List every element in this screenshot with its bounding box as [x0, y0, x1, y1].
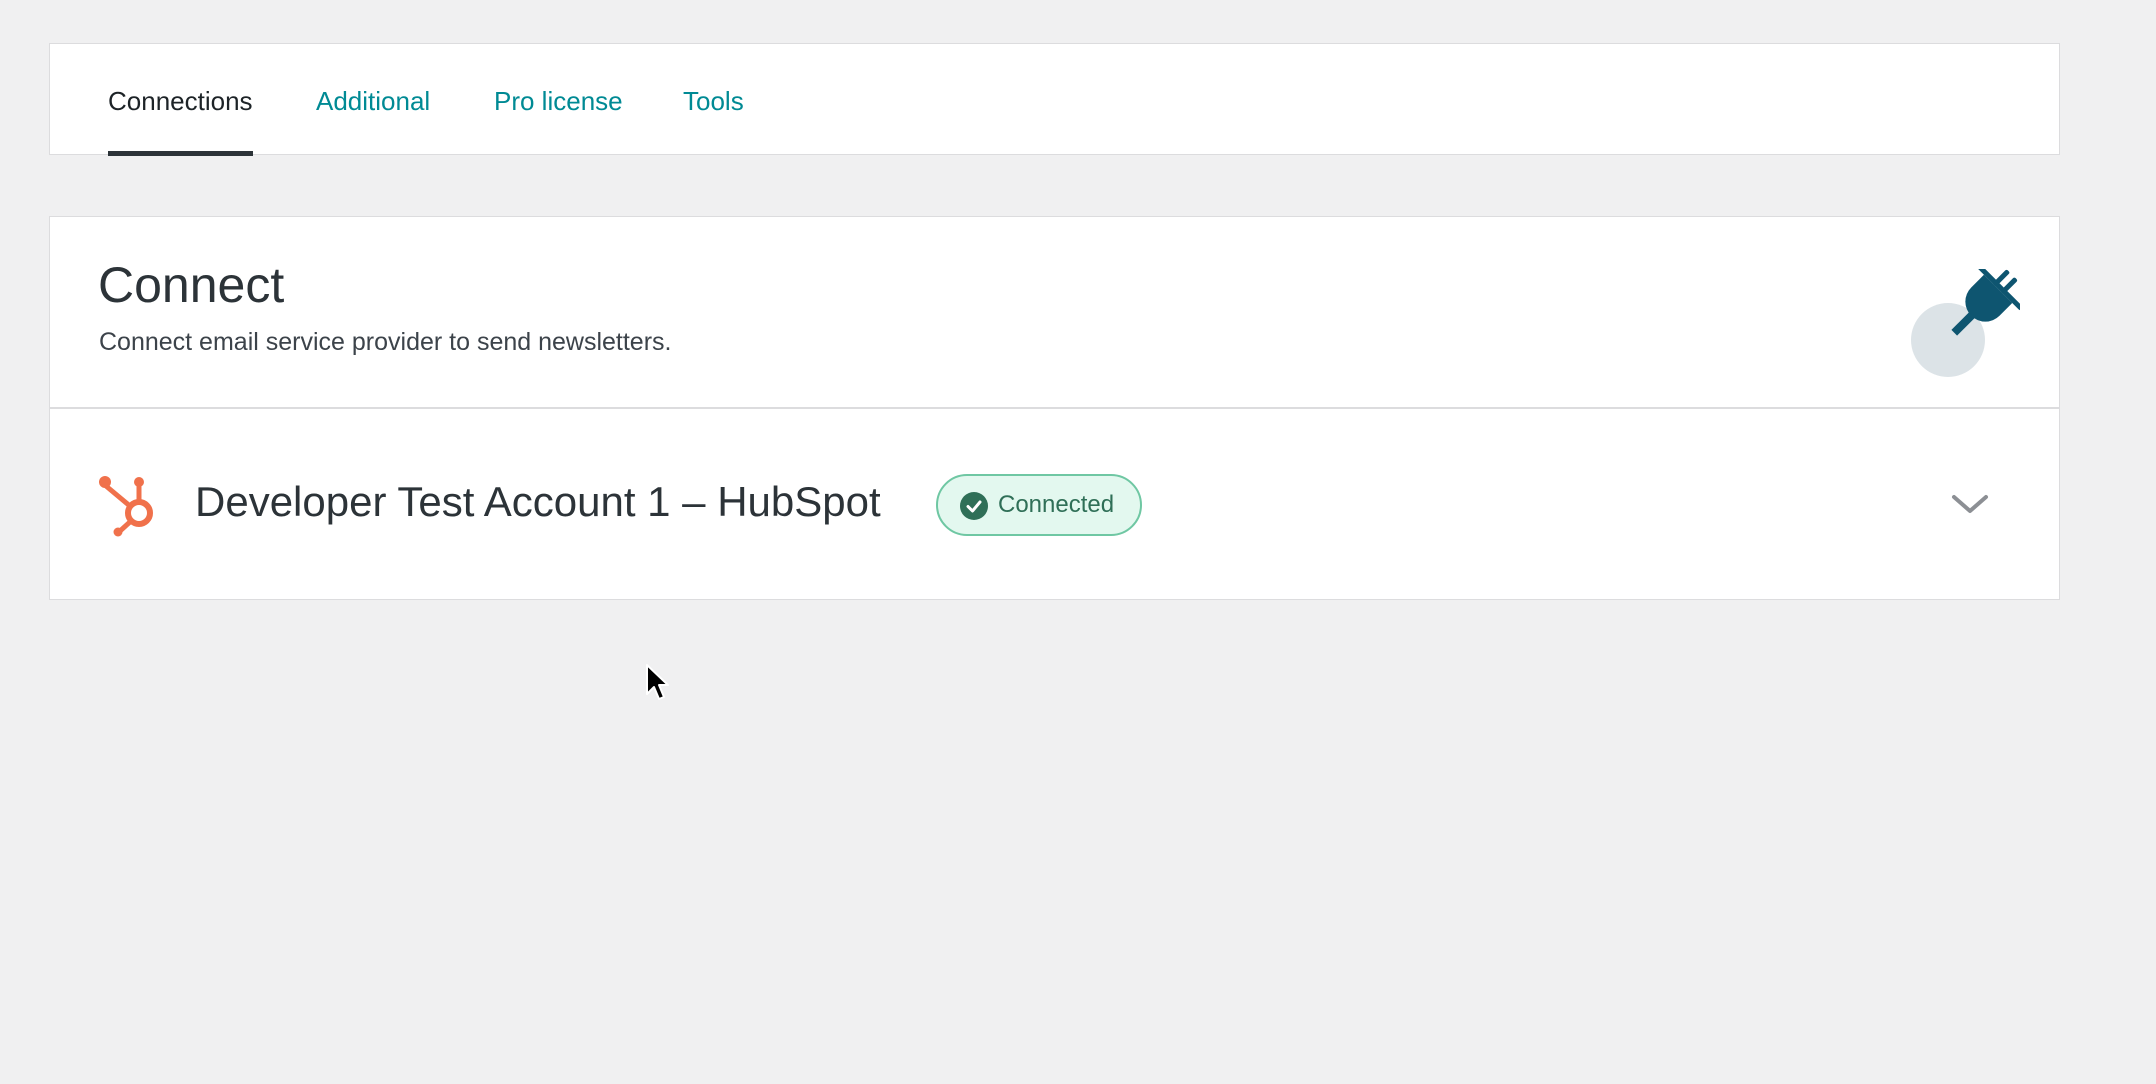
settings-tabs-bar: Connections Additional Pro license Tools: [49, 43, 2060, 156]
connect-description: Connect email service provider to send n…: [99, 328, 672, 356]
tab-connections[interactable]: Connections: [108, 44, 253, 156]
status-badge: Connected: [936, 474, 1142, 536]
connect-title: Connect: [98, 257, 285, 313]
hubspot-icon: [99, 476, 153, 537]
connect-header: Connect Connect email service provider t…: [50, 217, 2059, 409]
account-row[interactable]: Developer Test Account 1 – HubSpot Conne…: [50, 409, 2059, 599]
plug-icon: [1911, 269, 2020, 377]
chevron-down-icon[interactable]: [1950, 489, 1990, 519]
connect-panel: Connect Connect email service provider t…: [49, 216, 2060, 600]
status-label: Connected: [998, 491, 1115, 518]
tab-additional[interactable]: Additional: [316, 44, 430, 156]
mouse-cursor-icon: [646, 664, 669, 700]
tab-tools[interactable]: Tools: [683, 44, 744, 156]
check-circle-icon: [960, 492, 988, 520]
tab-pro-license[interactable]: Pro license: [494, 44, 623, 156]
account-name: Developer Test Account 1 – HubSpot: [195, 478, 881, 525]
